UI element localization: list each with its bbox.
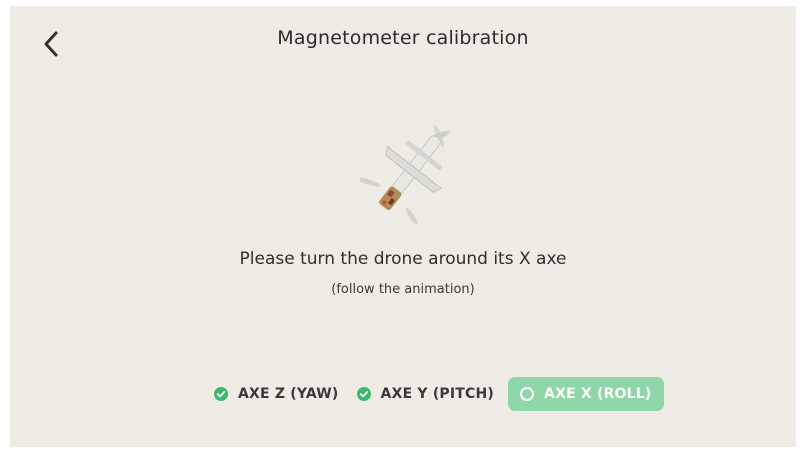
step-label: AXE Y (PITCH) (380, 386, 495, 402)
check-circle-icon (214, 387, 228, 401)
check-circle-icon (356, 387, 371, 401)
empty-circle-icon (520, 387, 535, 401)
step-label: AXE X (ROLL) (544, 386, 652, 402)
calibration-screen: Magnetometer calibration Please turn the… (10, 6, 796, 447)
step-axe-z: AXE Z (YAW) (206, 377, 349, 411)
step-label: AXE Z (YAW) (238, 386, 339, 402)
step-axe-y: AXE Y (PITCH) (349, 377, 505, 411)
hint-text: (follow the animation) (331, 282, 475, 297)
calibration-steps: AXE Z (YAW) AXE Y (PITCH) AXE X (ROLL) (206, 377, 664, 411)
page-title: Magnetometer calibration (277, 27, 529, 49)
step-axe-x: AXE X (ROLL) (508, 377, 664, 411)
instruction-text: Please turn the drone around its X axe (239, 249, 567, 269)
drone-animation (360, 124, 451, 225)
